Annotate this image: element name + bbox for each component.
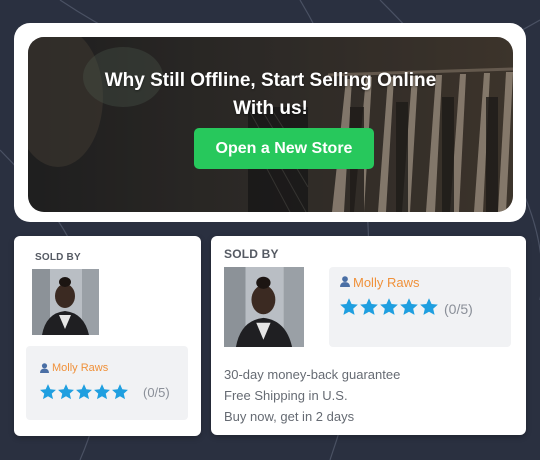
banner-title: Why Still Offline, Start Selling Online … — [28, 67, 513, 123]
vendor-card-compact: SOLD BY Molly Raws (0/5) — [14, 236, 201, 436]
sold-by-label: SOLD BY — [35, 252, 81, 263]
perk-delivery-time: Buy now, get in 2 days — [224, 409, 355, 424]
vendor-name-link[interactable]: Molly Raws — [353, 275, 419, 290]
sold-by-label: SOLD BY — [224, 247, 279, 261]
vendor-avatar[interactable] — [32, 269, 99, 335]
hero-banner: Why Still Offline, Start Selling Online … — [28, 37, 513, 212]
perk-free-shipping: Free Shipping in U.S. — [224, 388, 348, 403]
star-icon — [58, 384, 74, 400]
star-icon — [76, 384, 92, 400]
user-icon — [340, 276, 350, 287]
banner-title-line-1: Why Still Offline, Start Selling Online — [104, 70, 437, 91]
open-new-store-button[interactable]: Open a New Store — [194, 128, 374, 169]
star-icon — [340, 298, 358, 315]
rating-stars — [39, 383, 129, 401]
banner-title-line-2: With us! — [233, 98, 308, 119]
perk-money-back: 30-day money-back guarantee — [224, 367, 401, 382]
rating-stars — [339, 297, 439, 317]
star-icon — [40, 384, 56, 400]
star-icon — [360, 298, 378, 315]
star-icon — [400, 298, 418, 315]
rating-text: (0/5) — [143, 385, 170, 400]
clothing-rack-image — [28, 37, 513, 212]
rating-text: (0/5) — [444, 301, 473, 317]
user-icon — [40, 363, 49, 373]
vendor-card-detailed: SOLD BY Molly Raws (0/5) 30-day money-ba… — [211, 236, 526, 435]
star-icon — [112, 384, 128, 400]
star-icon — [94, 384, 110, 400]
vendor-name-link[interactable]: Molly Raws — [52, 362, 108, 374]
vendor-info-box: Molly Raws (0/5) — [329, 267, 511, 347]
vendor-info-box: Molly Raws (0/5) — [26, 346, 188, 420]
promo-banner-card: Why Still Offline, Start Selling Online … — [14, 23, 526, 222]
star-icon — [420, 298, 438, 315]
star-icon — [380, 298, 398, 315]
vendor-avatar[interactable] — [224, 267, 304, 347]
